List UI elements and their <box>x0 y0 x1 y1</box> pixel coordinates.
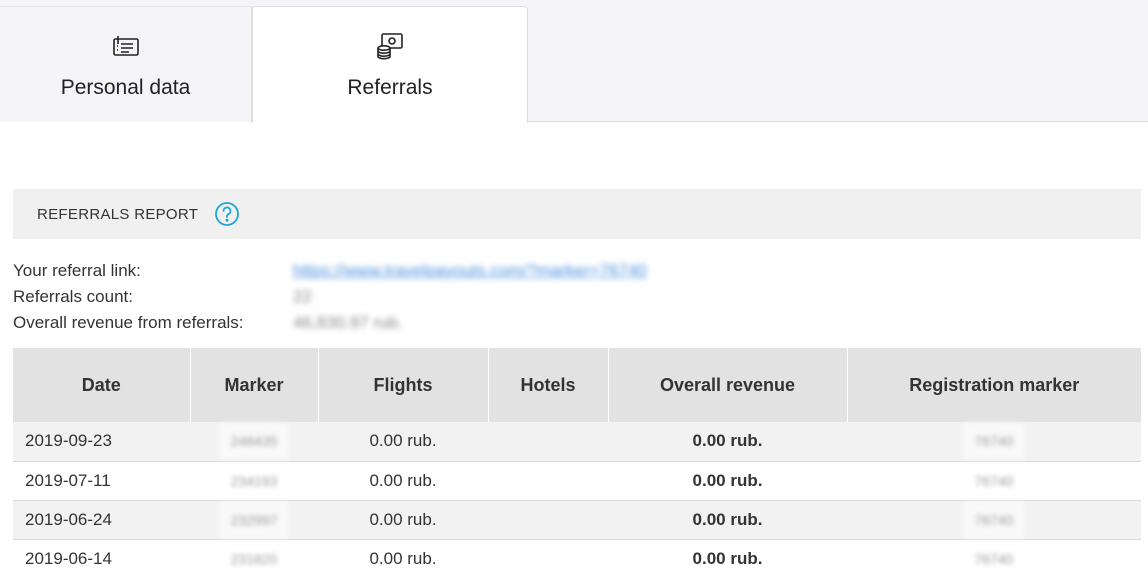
cell-date: 2019-07-11 <box>13 461 190 501</box>
registration-marker-value: 76740 <box>962 462 1026 499</box>
cell-flights: 0.00 rub. <box>318 500 488 540</box>
tab-bar: Personal data Referrals <box>0 0 1148 123</box>
column-header-hotels[interactable]: Hotels <box>488 348 609 422</box>
tab-referrals-label: Referrals <box>347 76 433 99</box>
column-header-flights[interactable]: Flights <box>318 348 489 422</box>
table-header-row: Date Marker Flights Hotels Overall reven… <box>13 348 1141 422</box>
tab-personal-data-label: Personal data <box>60 76 191 99</box>
cell-hotels <box>488 539 608 576</box>
cell-overall-revenue: 0.00 rub. <box>608 422 847 462</box>
cell-overall-revenue: 0.00 rub. <box>608 500 847 540</box>
overall-revenue-label: Overall revenue from referrals: <box>13 313 244 332</box>
cell-flights: 0.00 rub. <box>318 539 488 576</box>
referrals-count-value: 22 <box>293 287 312 306</box>
cell-overall-revenue: 0.00 rub. <box>608 539 847 576</box>
marker-value: 234193 <box>218 462 290 499</box>
column-header-registration-marker[interactable]: Registration marker <box>847 348 1141 422</box>
column-header-date[interactable]: Date <box>13 348 191 422</box>
referral-link-row: Your referral link: https://www.travelpa… <box>13 258 647 284</box>
marker-value: 248435 <box>218 423 290 460</box>
registration-marker-value: 76740 <box>962 540 1026 576</box>
table-row: 2019-06-24 232997 0.00 rub. 0.00 rub. 76… <box>13 500 1141 540</box>
cell-marker: 232997 <box>190 500 318 540</box>
registration-marker-value: 76740 <box>962 501 1026 538</box>
table-row: 2019-09-23 248435 0.00 rub. 0.00 rub. 76… <box>13 422 1141 462</box>
question-circle-icon[interactable] <box>214 201 240 227</box>
id-card-icon <box>112 36 139 56</box>
cell-flights: 0.00 rub. <box>318 461 488 501</box>
report-header: REFERRALS REPORT <box>13 189 1141 239</box>
cell-flights: 0.00 rub. <box>318 422 488 462</box>
report-title: REFERRALS REPORT <box>37 205 199 223</box>
table-row: 2019-06-14 231820 0.00 rub. 0.00 rub. 76… <box>13 539 1141 576</box>
cell-overall-revenue: 0.00 rub. <box>608 461 847 501</box>
cell-registration-marker: 76740 <box>847 461 1141 501</box>
cell-hotels <box>488 461 608 501</box>
cell-registration-marker: 76740 <box>847 500 1141 540</box>
cell-registration-marker: 76740 <box>847 422 1141 462</box>
marker-value: 231820 <box>218 540 290 576</box>
cell-marker: 231820 <box>190 539 318 576</box>
referrals-count-row: Referrals count: 22 <box>13 284 647 310</box>
cell-registration-marker: 76740 <box>847 539 1141 576</box>
tab-personal-data[interactable]: Personal data <box>0 6 252 122</box>
referrals-table: Date Marker Flights Hotels Overall reven… <box>13 348 1141 576</box>
cell-date: 2019-06-24 <box>13 500 190 540</box>
registration-marker-value: 76740 <box>962 423 1026 460</box>
cell-date: 2019-06-14 <box>13 539 190 576</box>
table-row: 2019-07-11 234193 0.00 rub. 0.00 rub. 76… <box>13 461 1141 501</box>
referrals-coins-icon <box>377 33 403 60</box>
marker-value: 232997 <box>218 501 290 538</box>
cell-marker: 248435 <box>190 422 318 462</box>
referrals-count-label: Referrals count: <box>13 287 133 306</box>
column-header-overall-revenue[interactable]: Overall revenue <box>608 348 848 422</box>
cell-marker: 234193 <box>190 461 318 501</box>
cell-hotels <box>488 422 608 462</box>
overall-revenue-value: 46,830.97 rub. <box>293 313 403 332</box>
cell-hotels <box>488 500 608 540</box>
referral-info: Your referral link: https://www.travelpa… <box>13 258 647 336</box>
referral-link[interactable]: https://www.travelpayouts.com/?marker=76… <box>293 261 647 281</box>
column-header-marker[interactable]: Marker <box>190 348 319 422</box>
tab-referrals[interactable]: Referrals <box>252 6 528 123</box>
referral-link-label: Your referral link: <box>13 261 141 280</box>
overall-revenue-row: Overall revenue from referrals: 46,830.9… <box>13 310 647 336</box>
cell-date: 2019-09-23 <box>13 422 190 462</box>
